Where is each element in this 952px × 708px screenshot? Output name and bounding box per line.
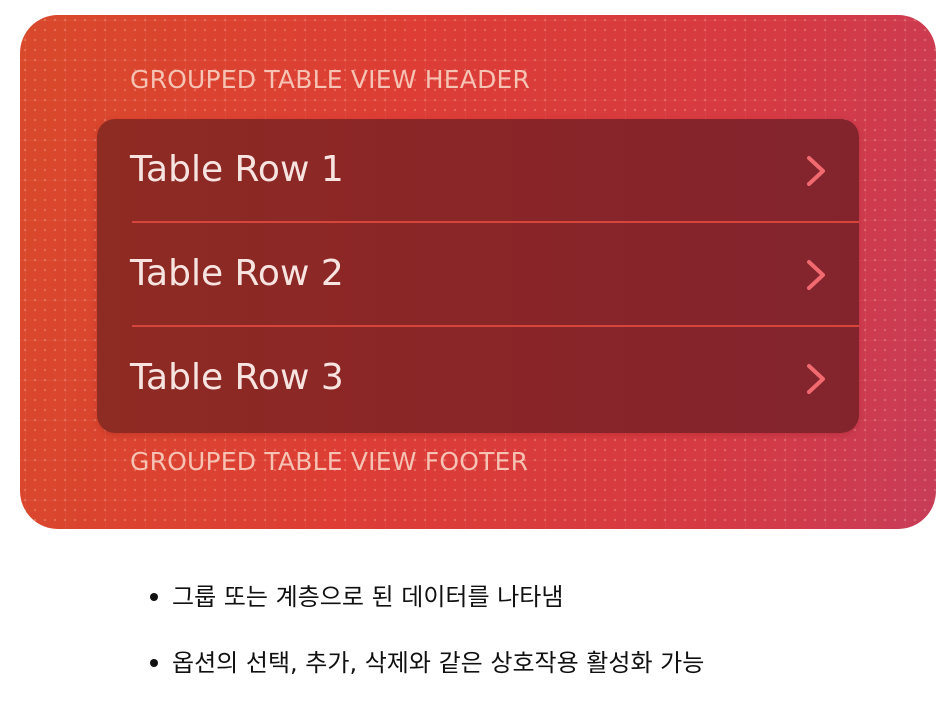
grouped-table: Table Row 1 Table Row 2 Table Row 3 [97,119,859,433]
table-row[interactable]: Table Row 1 [97,119,859,223]
description-item: 옵션의 선택, 추가, 삭제와 같은 상호작용 활성화 가능 [150,646,704,680]
chevron-right-icon [807,156,825,186]
description-list: 그룹 또는 계층으로 된 데이터를 나타냄 옵션의 선택, 추가, 삭제와 같은… [150,580,704,680]
table-row[interactable]: Table Row 2 [97,223,859,327]
table-row-label: Table Row 3 [130,357,344,398]
bullet-icon [150,593,158,601]
description-item: 그룹 또는 계층으로 된 데이터를 나타냄 [150,580,704,614]
table-section-header: GROUPED TABLE VIEW HEADER [130,65,531,94]
chevron-right-icon [807,260,825,290]
table-row-label: Table Row 1 [130,149,344,190]
bullet-icon [150,659,158,667]
table-row[interactable]: Table Row 3 [97,327,859,431]
description-text: 그룹 또는 계층으로 된 데이터를 나타냄 [172,583,564,611]
chevron-right-icon [807,364,825,394]
table-section-footer: GROUPED TABLE VIEW FOOTER [130,447,529,476]
grouped-table-illustration: GROUPED TABLE VIEW HEADER Table Row 1 Ta… [20,15,936,529]
description-text: 옵션의 선택, 추가, 삭제와 같은 상호작용 활성화 가능 [172,649,705,677]
table-row-label: Table Row 2 [130,253,344,294]
